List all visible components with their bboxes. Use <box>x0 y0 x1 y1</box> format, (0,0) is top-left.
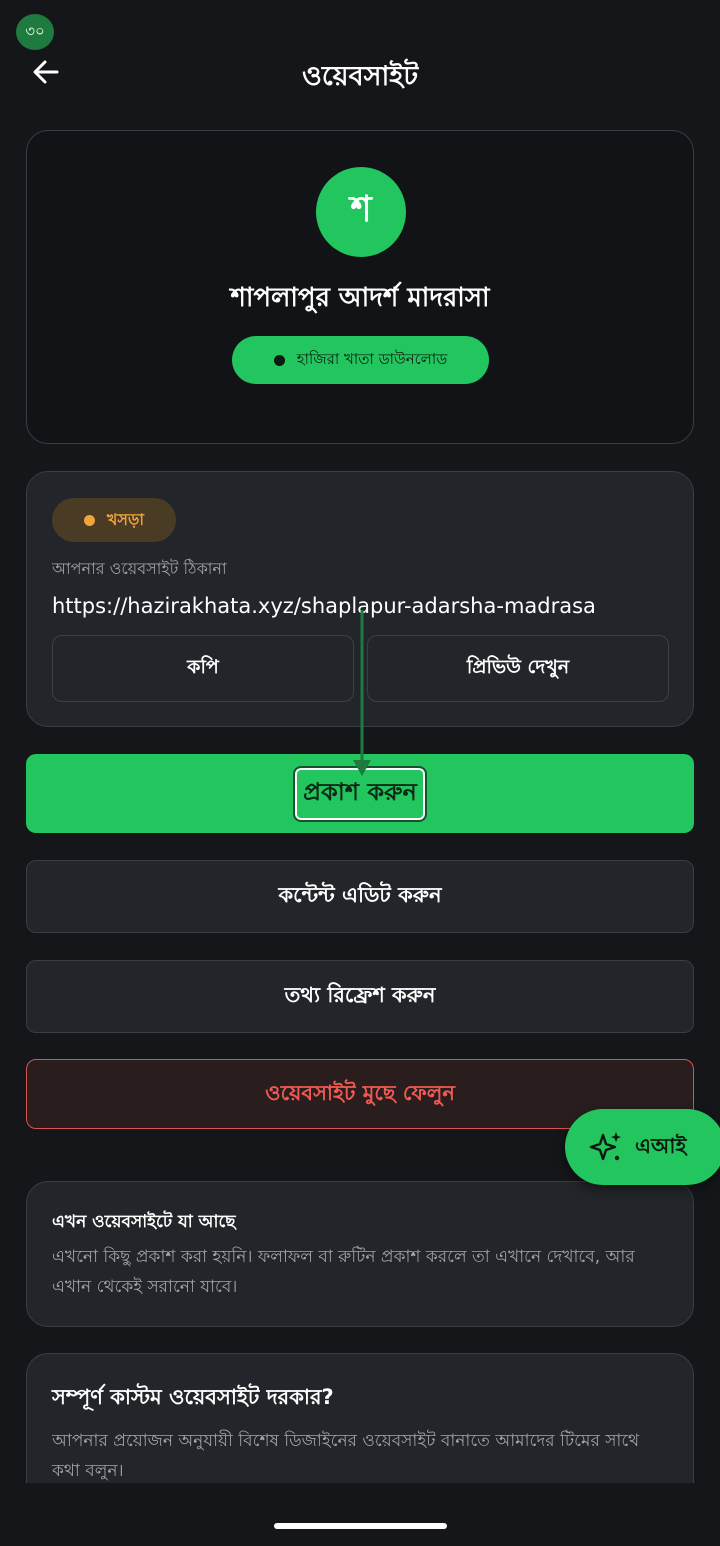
profile-card: শ শাপলাপুর আদর্শ মাদরাসা হাজিরা খাতা ডাউ… <box>26 130 694 444</box>
preview-button[interactable]: প্রিভিউ দেখুন <box>367 635 669 702</box>
ai-button-label: এআই <box>635 1133 687 1158</box>
website-url: https://hazirakhata.xyz/shaplapur-adarsh… <box>52 594 596 618</box>
sparkle-icon <box>589 1132 621 1161</box>
website-address-card: খসড়া আপনার ওয়েবসাইট ঠিকানা https://haz… <box>26 471 694 727</box>
bottom-bar <box>0 1483 720 1546</box>
published-content-card: এখন ওয়েবসাইটে যা আছে এখনো কিছু প্রকাশ ক… <box>26 1181 694 1327</box>
dot-icon <box>273 354 285 366</box>
page-title: ওয়েবসাইট <box>301 61 419 92</box>
organization-name: শাপলাপুর আদর্শ মাদরাসা <box>230 283 490 313</box>
attendance-download-label: হাজিরা খাতা ডাউনলোড <box>296 349 448 368</box>
ai-button[interactable]: এআই <box>565 1109 720 1185</box>
published-content-body: এখনো কিছু প্রকাশ করা হয়নি। ফলাফল বা রুট… <box>52 1247 635 1297</box>
refresh-info-button[interactable]: তথ্য রিফ্রেশ করুন <box>26 960 694 1033</box>
draft-status-badge: খসড়া <box>52 498 176 542</box>
status-dot-icon <box>83 514 95 526</box>
custom-website-body: আপনার প্রয়োজন অনুযায়ী বিশেষ ডিজাইনের ও… <box>52 1431 640 1481</box>
publish-label: প্রকাশ করুন <box>293 765 427 822</box>
home-indicator[interactable] <box>274 1523 447 1529</box>
address-label: আপনার ওয়েবসাইট ঠিকানা <box>52 559 227 578</box>
edit-content-button[interactable]: কন্টেন্ট এডিট করুন <box>26 860 694 933</box>
avatar: শ <box>316 167 406 257</box>
publish-button[interactable]: প্রকাশ করুন <box>26 754 694 833</box>
draft-status-label: খসড়া <box>106 509 145 529</box>
status-badge: ৩০ <box>16 14 54 50</box>
published-content-title: এখন ওয়েবসাইটে যা আছে <box>52 1212 236 1232</box>
custom-website-title: সম্পূর্ণ কাস্টম ওয়েবসাইট দরকার? <box>52 1385 334 1409</box>
attendance-download-button[interactable]: হাজিরা খাতা ডাউনলোড <box>232 336 489 384</box>
copy-button[interactable]: কপি <box>52 635 354 702</box>
